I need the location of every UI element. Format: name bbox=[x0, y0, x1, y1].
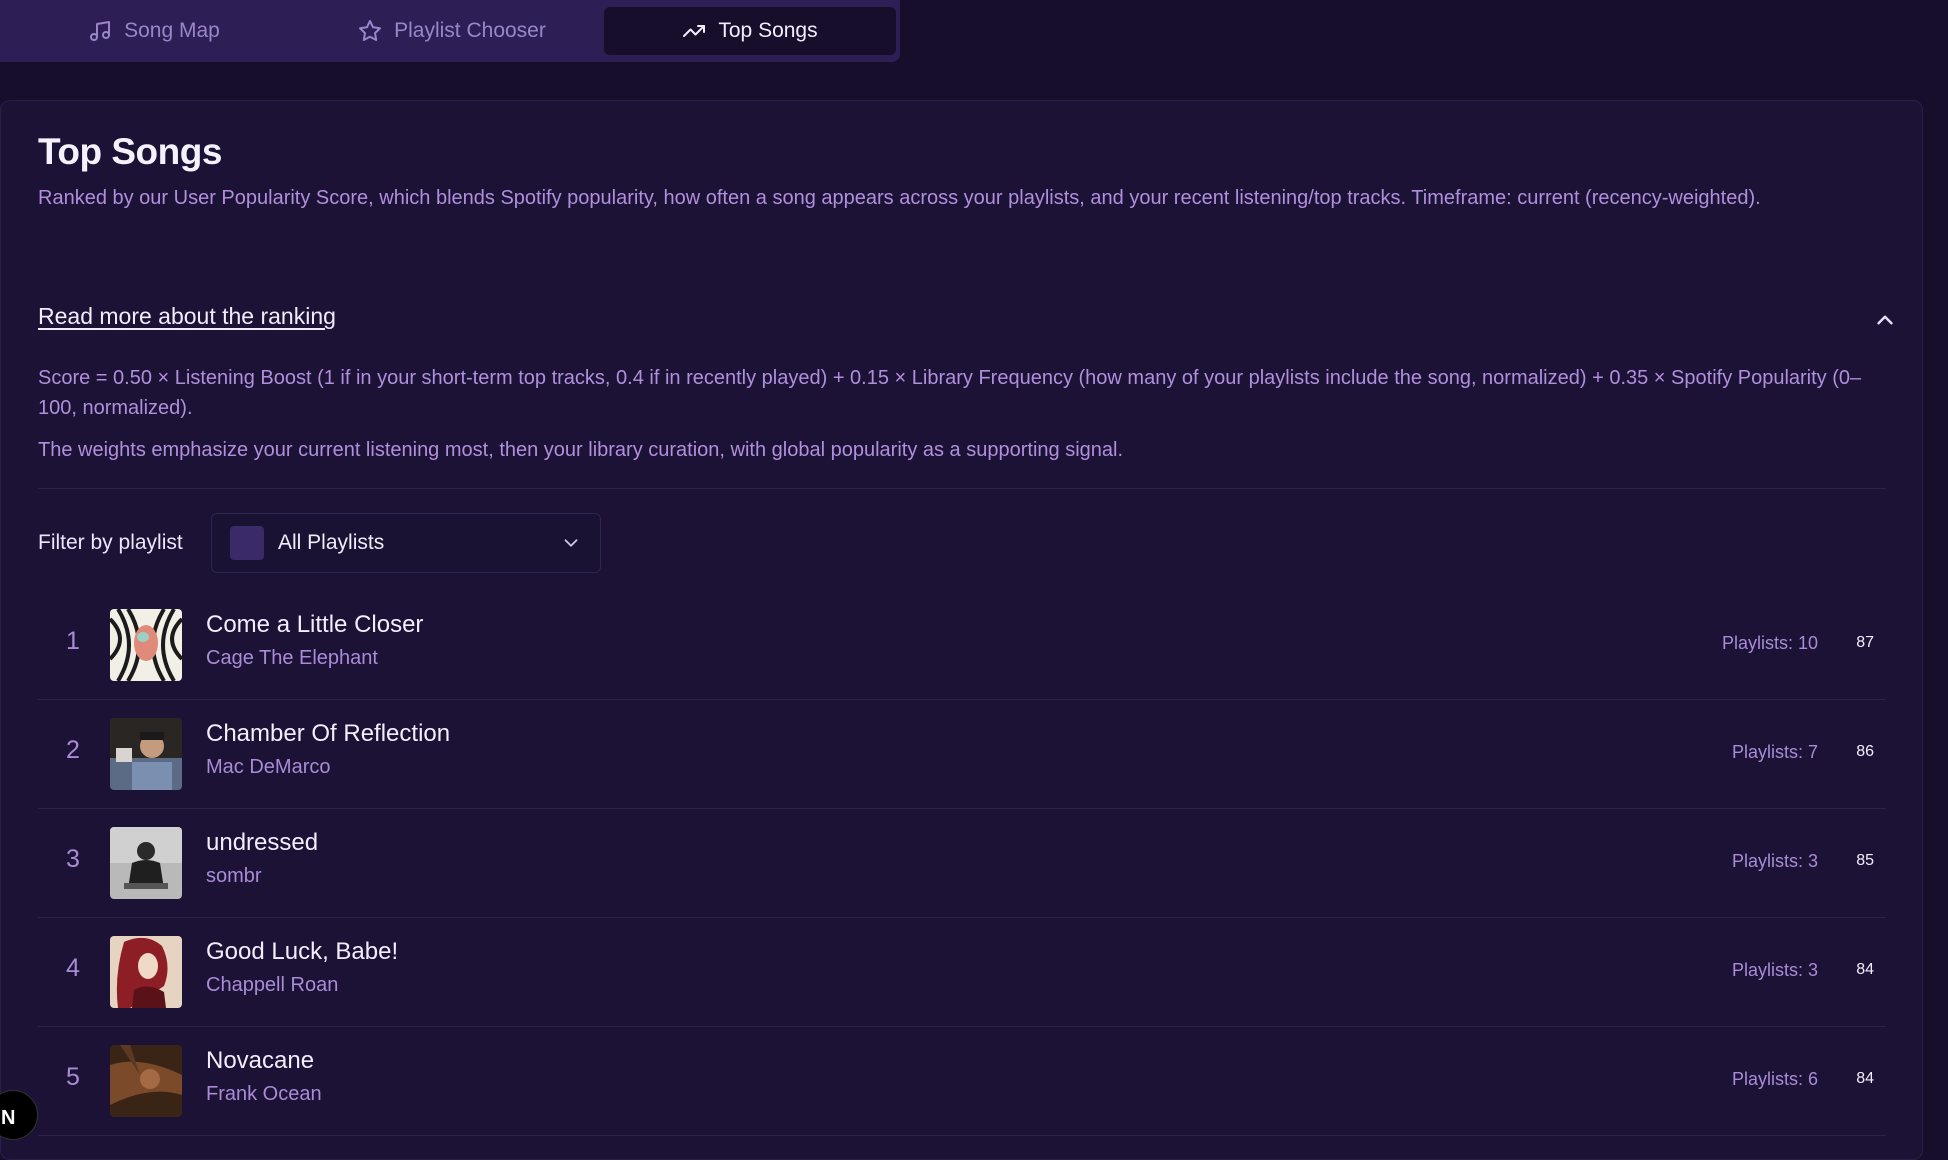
popularity-score: 87 bbox=[1856, 634, 1874, 651]
song-title: Novacane bbox=[206, 1047, 315, 1074]
playlist-swatch bbox=[230, 526, 264, 560]
song-artist: Frank Ocean bbox=[206, 1083, 322, 1105]
playlist-filter-select[interactable]: All Playlists bbox=[211, 513, 601, 573]
song-row[interactable]: 4 Good Luck, Babe! Chappell Roan Playlis… bbox=[38, 918, 1886, 1027]
song-rank: 3 bbox=[66, 845, 80, 873]
album-cover bbox=[110, 609, 182, 681]
playlist-count: Playlists: 3 bbox=[1731, 851, 1818, 871]
corner-badge-letter: N bbox=[1, 1107, 16, 1129]
album-cover bbox=[110, 936, 182, 1008]
read-more-link[interactable]: Read more about the ranking bbox=[38, 303, 336, 330]
music-note-icon bbox=[90, 21, 111, 41]
tab-label: Top Songs bbox=[718, 19, 818, 42]
page-description: Ranked by our User Popularity Score, whi… bbox=[38, 187, 1761, 209]
song-row[interactable]: 5 Novacane Frank Ocean Playlists: 6 84 bbox=[38, 1027, 1886, 1136]
song-artist: Chappell Roan bbox=[206, 974, 339, 996]
playlist-count: Playlists: 3 bbox=[1731, 960, 1818, 980]
popularity-score: 84 bbox=[1856, 961, 1874, 978]
page-title: Top Songs bbox=[38, 131, 222, 172]
selected-playlist: All Playlists bbox=[278, 531, 385, 554]
song-row[interactable]: 3 undressed sombr Playlists: 3 85 bbox=[38, 809, 1886, 918]
song-title: undressed bbox=[206, 829, 319, 856]
playlist-count: Playlists: 6 bbox=[1731, 1069, 1818, 1089]
popularity-score: 86 bbox=[1856, 743, 1874, 760]
song-artist: Mac DeMarco bbox=[206, 756, 331, 778]
song-title: Good Luck, Babe! bbox=[206, 938, 399, 965]
song-rank: 5 bbox=[66, 1063, 80, 1091]
album-cover bbox=[110, 827, 182, 899]
chevron-up-icon[interactable] bbox=[1872, 307, 1898, 333]
playlist-count: Playlists: 7 bbox=[1731, 742, 1818, 762]
song-title: Come a Little Closer bbox=[206, 611, 424, 638]
chevron-down-icon bbox=[564, 539, 578, 547]
weights-note: The weights emphasize your current liste… bbox=[38, 439, 1123, 461]
song-artist: Cage The Elephant bbox=[206, 647, 378, 669]
tab-top-songs[interactable]: Top Songs bbox=[604, 7, 896, 55]
song-rank: 4 bbox=[66, 954, 80, 982]
view-tabs: Song Map Playlist Chooser Top Songs bbox=[0, 0, 900, 62]
song-row[interactable]: 1 Come a Little Closer Cage The Elephant bbox=[38, 591, 1886, 700]
score-formula: Score = 0.50 × Listening Boost (1 if in … bbox=[38, 367, 1862, 419]
song-title: Chamber Of Reflection bbox=[206, 720, 451, 747]
trending-up-icon bbox=[683, 25, 706, 37]
filter-label: Filter by playlist bbox=[38, 531, 183, 554]
divider bbox=[38, 488, 1886, 489]
song-list: 1 Come a Little Closer Cage The Elephant bbox=[38, 591, 1886, 1136]
popularity-score: 84 bbox=[1856, 1070, 1874, 1087]
top-songs-card: Top Songs Ranked by our User Popularity … bbox=[0, 100, 1923, 1160]
song-rank: 2 bbox=[66, 736, 80, 764]
tab-label: Playlist Chooser bbox=[394, 19, 546, 42]
album-cover bbox=[110, 718, 182, 790]
song-artist: sombr bbox=[206, 865, 262, 887]
song-rank: 1 bbox=[66, 627, 80, 655]
popularity-score: 85 bbox=[1856, 852, 1874, 869]
tab-playlist-chooser[interactable]: Playlist Chooser bbox=[306, 7, 598, 55]
album-cover bbox=[110, 1045, 182, 1117]
tab-song-map[interactable]: Song Map bbox=[8, 7, 300, 55]
playlist-count: Playlists: 10 bbox=[1721, 633, 1818, 653]
tab-label: Song Map bbox=[124, 19, 220, 42]
song-row[interactable]: 2 Chamber Of Reflection Mac DeMarco Play… bbox=[38, 700, 1886, 809]
star-icon bbox=[359, 20, 382, 42]
